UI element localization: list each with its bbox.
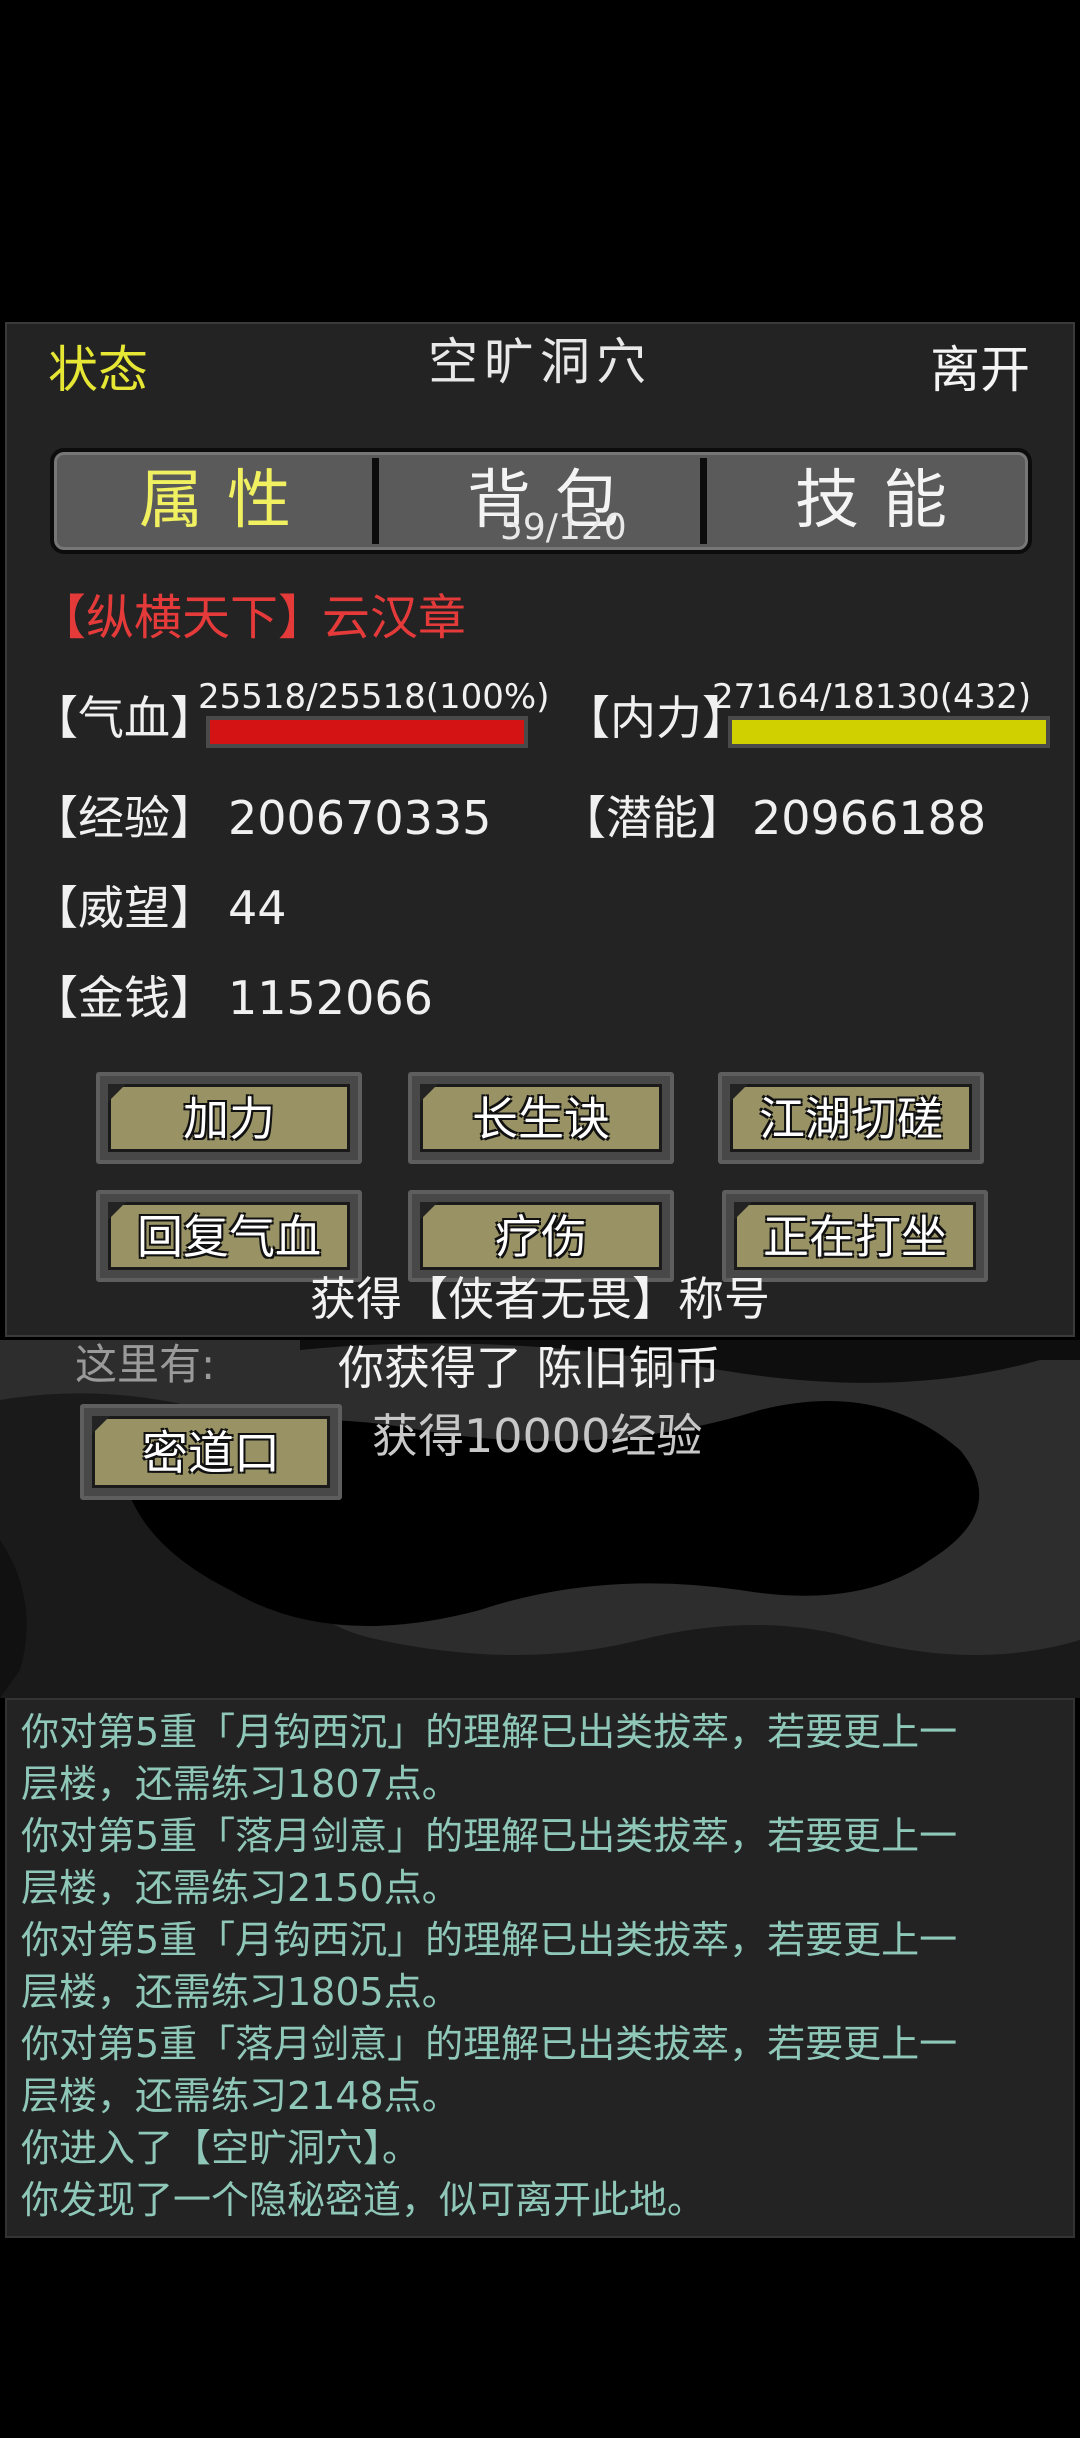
- sparring-button[interactable]: 江湖切磋: [718, 1072, 984, 1164]
- log-line: 层楼，还需练习1805点。: [21, 1970, 460, 2014]
- log-line: 你对第5重「月钩西沉」的理解已出类拔萃，若要更上一: [21, 1918, 958, 1962]
- button-corner: [108, 1084, 126, 1102]
- secret-passage-button[interactable]: 密道口: [80, 1404, 342, 1500]
- leave-button[interactable]: 离开: [930, 340, 1030, 400]
- tab-attributes[interactable]: 属性: [54, 452, 376, 550]
- money-value: 1152066: [228, 971, 433, 1025]
- here-label: 这里有:: [75, 1340, 216, 1389]
- loot-message: 你获得了 陈旧铜币: [338, 1341, 721, 1395]
- character-title: 【纵横天下】: [38, 590, 327, 646]
- log-line: 你对第5重「月钩西沉」的理解已出类拔萃，若要更上一: [21, 1710, 958, 1754]
- prestige-label: 【威望】: [32, 881, 216, 935]
- character-name: 云汉章: [322, 590, 467, 646]
- exp-value: 200670335: [228, 791, 492, 845]
- tab-divider: [700, 458, 707, 544]
- secret-passage-label: 密道口: [92, 1416, 330, 1488]
- add-force-button[interactable]: 加力: [96, 1072, 362, 1164]
- log-line: 你发现了一个隐秘密道，似可离开此地。: [21, 2178, 706, 2222]
- tab-skills[interactable]: 技能: [710, 452, 1032, 550]
- potential-label: 【潜能】: [560, 791, 744, 845]
- tab-divider: [372, 458, 379, 544]
- longevity-skill-button[interactable]: 长生诀: [408, 1072, 674, 1164]
- hp-value: 25518/25518(100%): [198, 677, 550, 717]
- hp-bar-fill: [210, 720, 524, 744]
- sparring-label: 江湖切磋: [730, 1084, 972, 1152]
- message-log: 你对第5重「月钩西沉」的理解已出类拔萃，若要更上一 层楼，还需练习1807点。 …: [5, 1698, 1075, 2238]
- log-line: 层楼，还需练习1807点。: [21, 1762, 460, 1806]
- button-corner: [420, 1084, 438, 1102]
- button-corner: [734, 1202, 752, 1220]
- button-corner: [420, 1202, 438, 1220]
- title-earned-notice: 获得【侠者无畏】称号: [310, 1272, 770, 1326]
- longevity-skill-label: 长生诀: [420, 1084, 662, 1152]
- log-line: 你对第5重「落月剑意」的理解已出类拔萃，若要更上一: [21, 1814, 958, 1858]
- button-corner: [92, 1416, 110, 1434]
- mp-value: 27164/18130(432): [712, 677, 1032, 717]
- mp-bar: [728, 716, 1050, 748]
- add-force-label: 加力: [108, 1084, 350, 1152]
- heal-label: 疗伤: [420, 1202, 662, 1270]
- hp-bar: [206, 716, 528, 748]
- meditate-button[interactable]: 正在打坐: [722, 1190, 988, 1282]
- log-line: 层楼，还需练习2150点。: [21, 1866, 460, 1910]
- inventory-count: 59/120: [500, 507, 627, 548]
- hp-label: 【气血】: [32, 691, 216, 745]
- mp-bar-fill: [732, 720, 1046, 744]
- restore-hp-button[interactable]: 回复气血: [96, 1190, 362, 1282]
- meditate-label: 正在打坐: [734, 1202, 976, 1270]
- log-line: 你进入了【空旷洞穴】。: [21, 2126, 421, 2170]
- button-corner: [108, 1202, 126, 1220]
- log-line: 层楼，还需练习2148点。: [21, 2074, 460, 2118]
- potential-value: 20966188: [752, 791, 987, 845]
- prestige-value: 44: [228, 881, 287, 935]
- exp-label: 【经验】: [32, 791, 216, 845]
- button-corner: [730, 1084, 748, 1102]
- location-title: 空旷洞穴: [428, 333, 652, 391]
- heal-button[interactable]: 疗伤: [408, 1190, 674, 1282]
- log-line: 你对第5重「落月剑意」的理解已出类拔萃，若要更上一: [21, 2022, 958, 2066]
- money-label: 【金钱】: [32, 971, 216, 1025]
- exp-gain-message: 获得10000经验: [372, 1409, 703, 1463]
- restore-hp-label: 回复气血: [108, 1202, 350, 1270]
